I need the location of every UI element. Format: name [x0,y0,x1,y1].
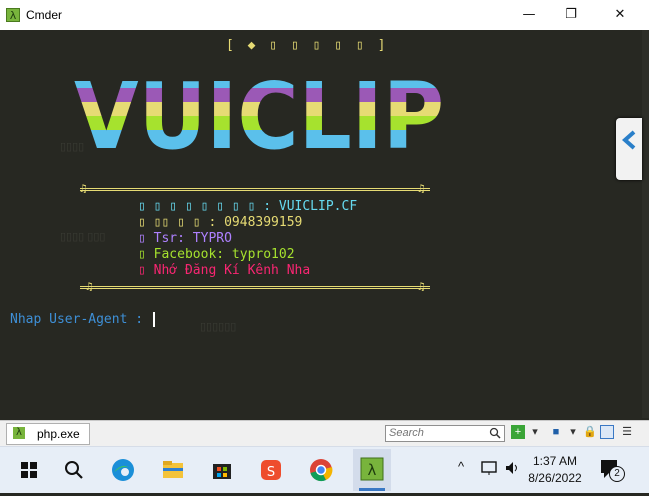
user-agent-prompt: Nhap User-Agent : [10,312,151,327]
clock-time: 1:37 AM [532,454,578,468]
tab-label: php.exe [37,427,80,441]
music-note-icon: ♫ [418,280,425,293]
ghost-text: ▯▯▯▯ ▯▯▯ [60,231,106,243]
cmder-lambda-icon[interactable]: λ [6,8,20,22]
clock-date: 8/26/2022 [528,471,582,485]
volume-icon[interactable] [503,459,521,477]
info-line-subscribe: ▯ Nhớ Đăng Kí Kênh Nha [138,263,311,278]
svg-text:λ: λ [368,461,377,479]
chevron-left-icon [621,130,636,150]
scrollbar[interactable] [642,30,649,418]
banner-top: [ ◆ ▯ ▯ ▯ ▯ ▯ ] [226,38,389,53]
frame-top-border [80,188,430,191]
dropdown-arrow-icon[interactable]: ▾ [566,425,580,439]
lock-icon[interactable]: 🔒 [583,425,597,439]
frame-bottom-border [80,286,430,289]
lambda-icon: λ [13,427,25,439]
minimize-button[interactable]: — [505,0,553,30]
file-explorer-icon[interactable] [156,453,190,487]
cmder-lambda-icon: λ [359,457,385,491]
title-bar: λ Cmder — ❐ ✕ [0,0,649,31]
logo-color-band [74,102,444,116]
windows-start-icon[interactable] [12,453,46,487]
logo-color-band [74,130,444,162]
maximize-button[interactable]: ❐ [547,0,595,30]
ghost-text: ▯▯▯▯▯▯ [200,321,237,333]
side-panel-toggle[interactable] [616,118,642,180]
text-cursor[interactable] [153,312,155,327]
system-clock[interactable]: 1:37 AM 8/26/2022 [522,453,588,487]
close-button[interactable]: ✕ [596,0,644,30]
logo-color-band [74,74,444,88]
vuiclip-ascii-logo: VUICLIP [74,74,444,162]
console-tab-bar: λ php.exe + ▾ ■ ▾ 🔒 ☰ [0,420,649,447]
shopee-icon[interactable]: S [254,453,288,487]
chrome-icon[interactable] [304,453,338,487]
music-note-icon: ♫ [86,280,93,293]
music-note-icon: ♫ [80,182,87,195]
magnifier-icon [489,427,501,439]
network-icon[interactable] [480,459,498,477]
search-field[interactable] [385,425,505,442]
menu-icon[interactable]: ☰ [620,425,634,439]
cmder-taskbar-button[interactable]: λ [353,449,391,491]
windows-taskbar: S λ ^ 1:37 AM 8/26/2022 2 [0,446,649,493]
dropdown-arrow-icon[interactable]: ▾ [528,425,542,439]
logo-color-band [74,88,444,102]
tab-php-exe[interactable]: λ php.exe [6,423,90,445]
info-line-author: ▯ Tsr: TYPRO [138,231,232,246]
notification-badge: 2 [609,466,625,482]
search-input[interactable] [386,426,485,439]
info-line-phone: ▯ ▯▯ ▯ ▯ : 0948399159 [138,215,303,230]
window-title: Cmder [26,8,63,22]
search-icon[interactable] [57,453,91,487]
tray-chevron-icon[interactable]: ^ [458,459,464,474]
info-line-facebook: ▯ Facebook: typro102 [138,247,295,262]
edge-browser-icon[interactable] [106,453,140,487]
split-view-icon[interactable] [600,425,614,439]
console-window-icon[interactable]: ■ [549,425,563,439]
svg-text:S: S [267,465,275,480]
info-line-site: ▯ ▯ ▯ ▯ ▯ ▯ ▯ ▯ : VUICLIP.CF [138,199,358,214]
logo-color-band [74,116,444,130]
new-console-icon[interactable]: + [511,425,525,439]
microsoft-store-icon[interactable] [205,453,239,487]
music-note-icon: ♫ [418,182,425,195]
